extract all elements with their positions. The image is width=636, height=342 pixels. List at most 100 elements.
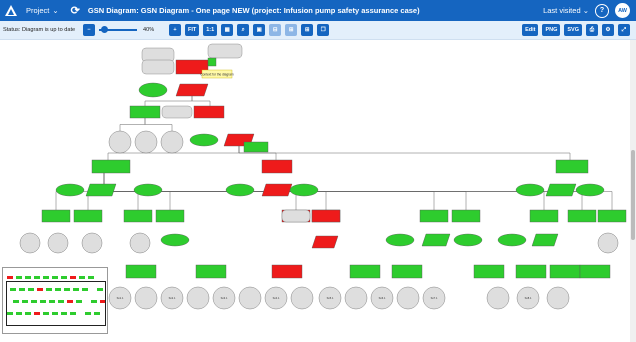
context-node[interactable] xyxy=(281,209,311,223)
goal-node[interactable] xyxy=(125,264,157,279)
solution-node[interactable] xyxy=(134,286,158,310)
assumption-node[interactable] xyxy=(138,82,168,98)
goal-node[interactable] xyxy=(155,209,185,223)
zoom-in-button[interactable]: + xyxy=(169,24,181,36)
assumption-node[interactable] xyxy=(55,183,85,197)
minimap-node xyxy=(88,276,94,279)
zoom-slider-knob[interactable] xyxy=(101,26,108,33)
solution-node[interactable] xyxy=(19,232,41,254)
project-menu[interactable]: Project ⌄ xyxy=(26,6,59,15)
collapse-icon[interactable]: ⊟ xyxy=(269,24,282,36)
solution-node[interactable] xyxy=(108,130,132,154)
assumption-node[interactable] xyxy=(225,183,255,197)
last-visited-menu[interactable]: Last visited ⌄ xyxy=(543,6,589,15)
goal-node[interactable] xyxy=(73,209,103,223)
goal-node[interactable] xyxy=(473,264,505,279)
strategy-node[interactable] xyxy=(311,235,339,249)
goal-node[interactable] xyxy=(243,141,269,153)
goal-node[interactable] xyxy=(529,209,559,223)
goal-node[interactable] xyxy=(555,159,589,174)
assumption-node[interactable] xyxy=(575,183,605,197)
assumption-node[interactable] xyxy=(133,183,163,197)
png-export-button[interactable]: PNG xyxy=(542,24,561,36)
goal-node[interactable] xyxy=(261,159,293,174)
vertical-scrollbar[interactable] xyxy=(630,40,636,342)
goal-node[interactable] xyxy=(549,264,581,279)
note-text: Context for the diagram xyxy=(200,73,234,77)
solution-node[interactable] xyxy=(81,232,103,254)
assumption-node[interactable] xyxy=(515,183,545,197)
context-node[interactable] xyxy=(141,59,175,75)
grid-icon[interactable]: ⊞ xyxy=(301,24,314,36)
copy-icon[interactable]: ❐ xyxy=(317,24,330,36)
solution-node[interactable] xyxy=(238,286,262,310)
solution-node[interactable] xyxy=(160,130,184,154)
app-logo-icon[interactable] xyxy=(0,0,22,21)
solution-node[interactable] xyxy=(597,232,619,254)
solution-node[interactable] xyxy=(47,232,69,254)
solution-node[interactable] xyxy=(396,286,420,310)
goal-node[interactable] xyxy=(311,209,341,223)
goal-node[interactable] xyxy=(207,57,217,67)
layout-icon[interactable]: ▦ xyxy=(221,24,234,36)
goal-node[interactable] xyxy=(391,264,423,279)
solution-node[interactable] xyxy=(129,232,151,254)
goal-node[interactable] xyxy=(567,209,597,223)
goal-node[interactable] xyxy=(41,209,71,223)
goal-node[interactable] xyxy=(193,105,225,119)
assumption-node[interactable] xyxy=(160,233,190,247)
strategy-node[interactable] xyxy=(421,233,451,247)
minimap-viewport[interactable] xyxy=(6,281,106,326)
solution-node[interactable] xyxy=(486,286,510,310)
fullscreen-icon[interactable]: ⤢ xyxy=(618,24,630,36)
one-to-one-button[interactable]: 1:1 xyxy=(203,24,218,36)
solution-node[interactable] xyxy=(546,286,570,310)
diagram-minimap[interactable] xyxy=(2,267,108,334)
goal-node[interactable] xyxy=(349,264,381,279)
svg-export-button[interactable]: SVG xyxy=(564,24,582,36)
edit-button[interactable]: Edit xyxy=(522,24,539,36)
strategy-node[interactable] xyxy=(85,183,117,197)
goal-node[interactable] xyxy=(597,209,627,223)
diagram-link xyxy=(119,118,146,131)
zoom-slider[interactable] xyxy=(99,26,137,33)
solution-node[interactable] xyxy=(290,286,314,310)
assumption-node[interactable] xyxy=(497,233,527,247)
goal-node[interactable] xyxy=(195,264,227,279)
refresh-icon[interactable]: ⟳ xyxy=(71,4,80,17)
solution-node[interactable] xyxy=(186,286,210,310)
context-node[interactable] xyxy=(161,105,193,119)
zoom-out-button[interactable]: − xyxy=(83,24,95,36)
assumption-node[interactable] xyxy=(385,233,415,247)
assumption-node[interactable] xyxy=(189,133,219,147)
strategy-node[interactable] xyxy=(531,233,559,247)
minimap-node xyxy=(70,276,76,279)
goal-node[interactable] xyxy=(515,264,547,279)
context-node[interactable] xyxy=(207,43,243,59)
print-icon[interactable]: ⎙ xyxy=(586,24,598,36)
assumption-node[interactable] xyxy=(453,233,483,247)
goal-node[interactable] xyxy=(271,264,303,279)
image-icon[interactable]: ▣ xyxy=(253,24,266,36)
zoom-level: 40% xyxy=(143,27,155,33)
solution-node[interactable] xyxy=(134,130,158,154)
help-icon[interactable]: ? xyxy=(595,3,609,18)
search-icon[interactable]: ⌕ xyxy=(237,24,250,36)
goal-node[interactable] xyxy=(579,264,611,279)
solution-label: Sn7.1 xyxy=(431,296,438,300)
goal-node[interactable] xyxy=(129,105,161,119)
goal-node[interactable] xyxy=(419,209,449,223)
strategy-node[interactable] xyxy=(175,83,209,97)
strategy-node[interactable] xyxy=(261,183,293,197)
goal-node[interactable] xyxy=(91,159,131,174)
scrollbar-thumb[interactable] xyxy=(631,150,635,240)
strategy-node[interactable] xyxy=(545,183,577,197)
expand-icon[interactable]: ⊞ xyxy=(285,24,298,36)
assumption-node[interactable] xyxy=(289,183,319,197)
gear-icon[interactable]: ⚙ xyxy=(602,24,614,36)
goal-node[interactable] xyxy=(451,209,481,223)
avatar[interactable]: AW xyxy=(615,3,630,18)
solution-node[interactable] xyxy=(344,286,368,310)
fit-button[interactable]: FIT xyxy=(185,24,200,36)
goal-node[interactable] xyxy=(123,209,153,223)
